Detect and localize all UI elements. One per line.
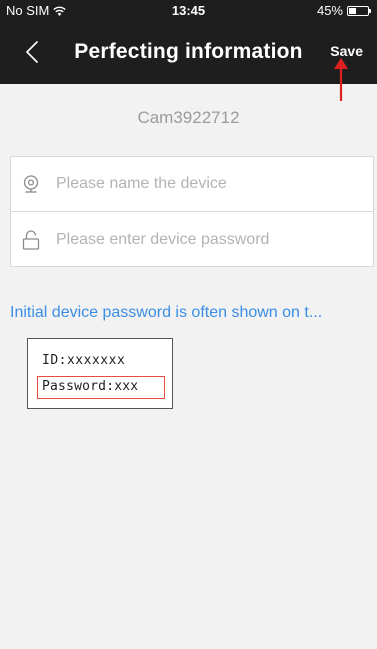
device-name-input[interactable]: [56, 175, 373, 193]
battery-percent: 45%: [316, 3, 343, 18]
status-bar: No SIM 13:45 45%: [0, 0, 377, 20]
red-arrow-annotation: [334, 58, 348, 101]
page-title: Perfecting information: [74, 40, 303, 63]
battery-icon: [347, 5, 371, 16]
device-name-row: [11, 157, 373, 212]
device-password-row: [11, 212, 373, 267]
status-right: 45%: [316, 3, 371, 18]
camera-icon: [21, 174, 41, 194]
form-fields: [10, 156, 374, 267]
nav-bar: Perfecting information Save: [0, 20, 377, 84]
battery-fill: [349, 7, 356, 14]
label-password-line: Password:xxx: [37, 376, 165, 399]
label-id-line: ID:xxxxxxx: [42, 353, 126, 368]
save-button[interactable]: Save: [330, 43, 363, 59]
device-id: Cam3922712: [137, 108, 240, 127]
screen: No SIM 13:45 45% Perfecting information …: [0, 0, 377, 649]
device-label-example: ID:xxxxxxx Password:xxx: [27, 338, 173, 409]
lock-icon: [21, 229, 41, 250]
device-password-input[interactable]: [56, 230, 373, 249]
password-hint: Initial device password is often shown o…: [10, 304, 323, 321]
battery-tip: [369, 8, 371, 13]
